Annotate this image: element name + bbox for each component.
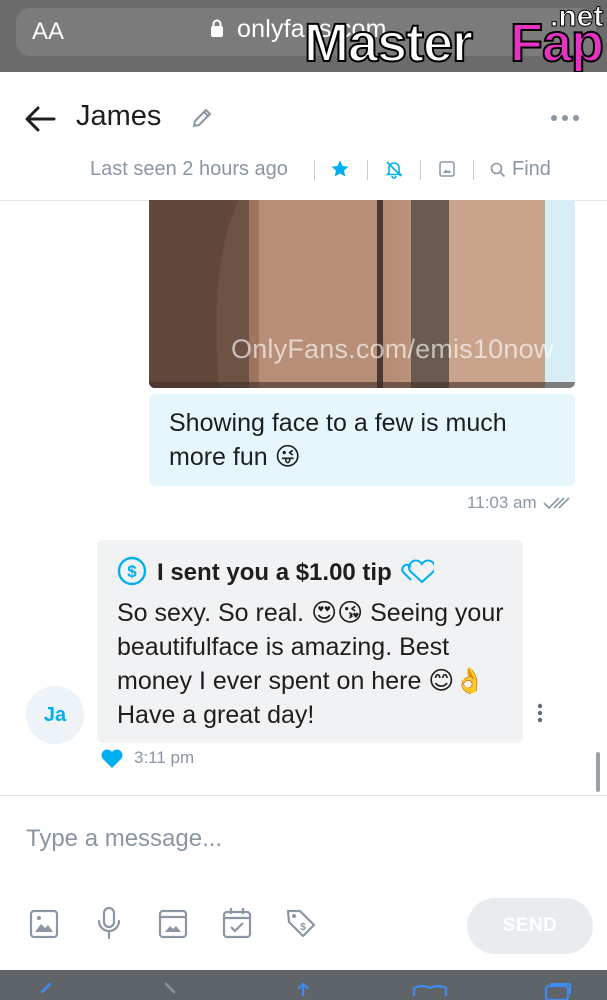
- schedule-calendar-icon[interactable]: [221, 906, 253, 940]
- incoming-message-text: So sexy. So real. 😍😘 Seeing your beautif…: [117, 599, 504, 729]
- find-button[interactable]: Find: [490, 158, 551, 181]
- bell-off-icon[interactable]: [384, 159, 404, 179]
- svg-text:$: $: [127, 562, 137, 581]
- tip-line: $ I sent you a $1.00 tip: [117, 556, 434, 587]
- browser-back-icon[interactable]: [36, 982, 58, 1000]
- chat-header: James Last seen 2 hours ago Find: [0, 72, 607, 201]
- outgoing-message-text: Showing face to a few is much more fun 😜: [169, 409, 507, 471]
- search-icon: [490, 162, 506, 178]
- avatar[interactable]: Ja: [26, 686, 84, 744]
- like-heart-icon[interactable]: [100, 747, 124, 769]
- send-button[interactable]: SEND: [467, 898, 593, 954]
- image-gallery-icon[interactable]: [438, 160, 456, 178]
- reader-settings-button[interactable]: AA: [32, 18, 64, 46]
- find-label: Find: [512, 158, 551, 180]
- image-upload-icon[interactable]: [28, 906, 60, 940]
- status-row: Last seen 2 hours ago Find: [0, 156, 607, 186]
- scrollbar[interactable]: [596, 752, 600, 792]
- vault-media-icon[interactable]: [157, 906, 189, 940]
- incoming-message-bubble[interactable]: $ I sent you a $1.00 tip So sexy. So rea…: [97, 540, 523, 743]
- tip-text: I sent you a $1.00 tip: [157, 559, 392, 586]
- watermark-part-3: .net: [549, 0, 604, 34]
- watermark-part-1: Master: [303, 12, 474, 74]
- outgoing-message-time: 11:03 am: [467, 493, 537, 512]
- divider: [420, 160, 421, 180]
- svg-text:$: $: [300, 922, 306, 933]
- divider: [473, 160, 474, 180]
- watermark-logo: Master Fap .net: [303, 0, 607, 74]
- browser-top-bar: AA onlyfans.com Master Fap .net: [0, 0, 607, 74]
- hearts-icon: [401, 559, 434, 584]
- divider: [314, 160, 315, 180]
- browser-forward-icon[interactable]: [160, 982, 182, 1000]
- divider: [367, 160, 368, 180]
- browser-bottom-bar: [0, 970, 607, 1000]
- star-icon[interactable]: [330, 159, 350, 179]
- photo-watermark-text: OnlyFans.com/emis10now: [231, 334, 554, 364]
- lock-icon: [211, 19, 223, 37]
- more-options-icon[interactable]: [550, 114, 580, 122]
- microphone-icon[interactable]: [93, 906, 125, 940]
- double-check-icon: [543, 497, 570, 510]
- edit-pencil-icon[interactable]: [190, 106, 214, 130]
- share-icon[interactable]: [288, 982, 318, 1000]
- last-seen-status: Last seen 2 hours ago: [90, 158, 288, 180]
- back-arrow-icon[interactable]: [24, 105, 56, 133]
- outgoing-message-bubble[interactable]: Showing face to a few is much more fun 😜: [149, 394, 575, 486]
- message-composer: $ SEND: [0, 795, 607, 971]
- message-options-icon[interactable]: [537, 703, 543, 723]
- contact-name: James: [76, 100, 162, 132]
- dollar-coin-icon: $: [117, 556, 147, 586]
- bookmarks-icon[interactable]: [410, 982, 450, 1000]
- incoming-message-time: 3:11 pm: [134, 748, 195, 767]
- sent-photo[interactable]: OnlyFans.com/emis10now: [149, 200, 575, 388]
- price-tag-icon[interactable]: $: [285, 906, 317, 940]
- tabs-icon[interactable]: [540, 982, 574, 1000]
- message-input[interactable]: [26, 822, 566, 856]
